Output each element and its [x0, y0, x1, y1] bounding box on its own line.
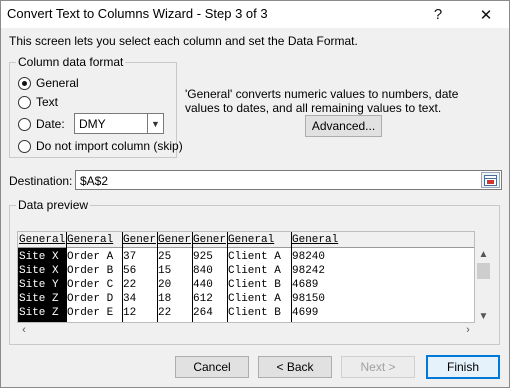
preview-cell: Site X [18, 264, 66, 278]
preview-cell: Client A [228, 293, 281, 305]
preview-header-4[interactable]: Gener [157, 233, 192, 247]
preview-cell: Site X [18, 250, 66, 264]
preview-cell: Order A [67, 251, 114, 263]
preview-header-1[interactable]: General [18, 233, 66, 247]
preview-header-5[interactable]: Gener [192, 233, 227, 247]
preview-cell: 22 [158, 307, 172, 319]
radio-date-label: Date: [36, 117, 65, 131]
preview-cell: 18 [158, 293, 172, 305]
radio-date-button[interactable] [18, 117, 31, 131]
preview-header-2[interactable]: General [66, 233, 122, 247]
intro-text: This screen lets you select each column … [9, 34, 358, 48]
preview-cell: 264 [193, 307, 213, 319]
next-button[interactable]: Next > [341, 356, 415, 378]
radio-skip-button[interactable] [18, 139, 31, 153]
preview-cell: 25 [158, 251, 172, 263]
scroll-up-icon[interactable]: ▲ [475, 247, 492, 261]
column-separator[interactable] [192, 232, 193, 322]
preview-cell: 440 [193, 279, 213, 291]
radio-general-button[interactable] [18, 76, 31, 90]
preview-cell: 840 [193, 265, 213, 277]
preview-cell: Order C [67, 279, 114, 291]
scroll-left-icon[interactable]: ‹ [17, 323, 31, 337]
radio-skip-label: Do not import column (skip) [36, 139, 183, 153]
preview-header-3[interactable]: Gener [122, 233, 157, 247]
radio-text[interactable]: Text [18, 95, 58, 109]
help-icon: ? [433, 6, 443, 23]
window-title: Convert Text to Columns Wizard - Step 3 … [7, 6, 268, 21]
scroll-thumb[interactable] [477, 263, 490, 279]
radio-general-label: General [36, 76, 79, 90]
radio-text-label: Text [36, 95, 59, 109]
radio-general[interactable]: General [18, 76, 79, 90]
close-icon: ✕ [479, 6, 493, 24]
preview-cell: 15 [158, 265, 172, 277]
preview-cell: 98242 [292, 265, 326, 277]
column-separator[interactable] [227, 232, 228, 322]
close-button[interactable]: ✕ [463, 1, 509, 28]
preview-cell: 4689 [292, 279, 319, 291]
preview-cell: Client A [228, 265, 281, 277]
data-preview-grid[interactable]: General General Gener Gener Gener Genera… [17, 231, 475, 323]
destination-label: Destination: [9, 174, 73, 188]
chevron-down-icon[interactable]: ▼ [147, 114, 163, 133]
text-to-columns-dialog: Convert Text to Columns Wizard - Step 3 … [0, 0, 510, 388]
advanced-button[interactable]: Advanced... [305, 115, 382, 137]
preview-vertical-scrollbar[interactable]: ▲ ▼ [475, 247, 492, 323]
preview-cell: 20 [158, 279, 172, 291]
preview-cell: 98240 [292, 251, 326, 263]
range-picker-glyph [484, 174, 497, 186]
back-button[interactable]: < Back [258, 356, 332, 378]
preview-cell: Order E [67, 307, 114, 319]
data-preview-label: Data preview [16, 198, 91, 212]
preview-header-6[interactable]: General [227, 233, 291, 247]
column-format-label: Column data format [16, 55, 126, 69]
preview-cell: Client A [228, 251, 281, 263]
preview-horizontal-scrollbar[interactable]: ‹ › [17, 323, 475, 337]
cancel-button[interactable]: Cancel [175, 356, 249, 378]
preview-cell: 12 [123, 307, 137, 319]
radio-skip[interactable]: Do not import column (skip) [18, 139, 183, 153]
column-separator[interactable] [122, 232, 123, 322]
column-separator[interactable] [157, 232, 158, 322]
format-description: 'General' converts numeric values to num… [185, 87, 459, 115]
radio-date[interactable]: Date: [18, 117, 65, 131]
preview-cell: 37 [123, 251, 137, 263]
scroll-right-icon[interactable]: › [461, 323, 475, 337]
date-format-select[interactable]: DMY ▼ [74, 113, 164, 134]
column-separator[interactable] [291, 232, 292, 322]
scroll-down-icon[interactable]: ▼ [475, 309, 492, 323]
radio-text-button[interactable] [18, 95, 31, 109]
destination-value: $A$2 [80, 174, 109, 188]
preview-header-7[interactable]: General [291, 233, 381, 247]
preview-cell: 98150 [292, 293, 326, 305]
preview-cell: 925 [193, 251, 213, 263]
date-format-value: DMY [79, 117, 106, 131]
column-format-group: Column data format General Text Date: Do… [9, 55, 183, 158]
preview-cell: Client B [228, 307, 281, 319]
destination-field[interactable]: $A$2 [75, 170, 502, 190]
range-picker-icon[interactable] [481, 172, 500, 188]
preview-cell: Site Y [18, 278, 66, 292]
finish-button[interactable]: Finish [426, 355, 500, 379]
preview-cell: Order B [67, 265, 114, 277]
preview-cell: Site Z [18, 306, 66, 320]
preview-cell: 612 [193, 293, 213, 305]
help-button[interactable]: ? [415, 1, 461, 28]
preview-cell: 34 [123, 293, 137, 305]
preview-cell: 4699 [292, 307, 319, 319]
title-bar: Convert Text to Columns Wizard - Step 3 … [1, 1, 509, 28]
column-separator[interactable] [66, 232, 67, 322]
preview-cell: 22 [123, 279, 137, 291]
preview-cell: Order D [67, 293, 114, 305]
preview-cell: Site Z [18, 292, 66, 306]
preview-cell: 56 [123, 265, 137, 277]
preview-cell: Client B [228, 279, 281, 291]
